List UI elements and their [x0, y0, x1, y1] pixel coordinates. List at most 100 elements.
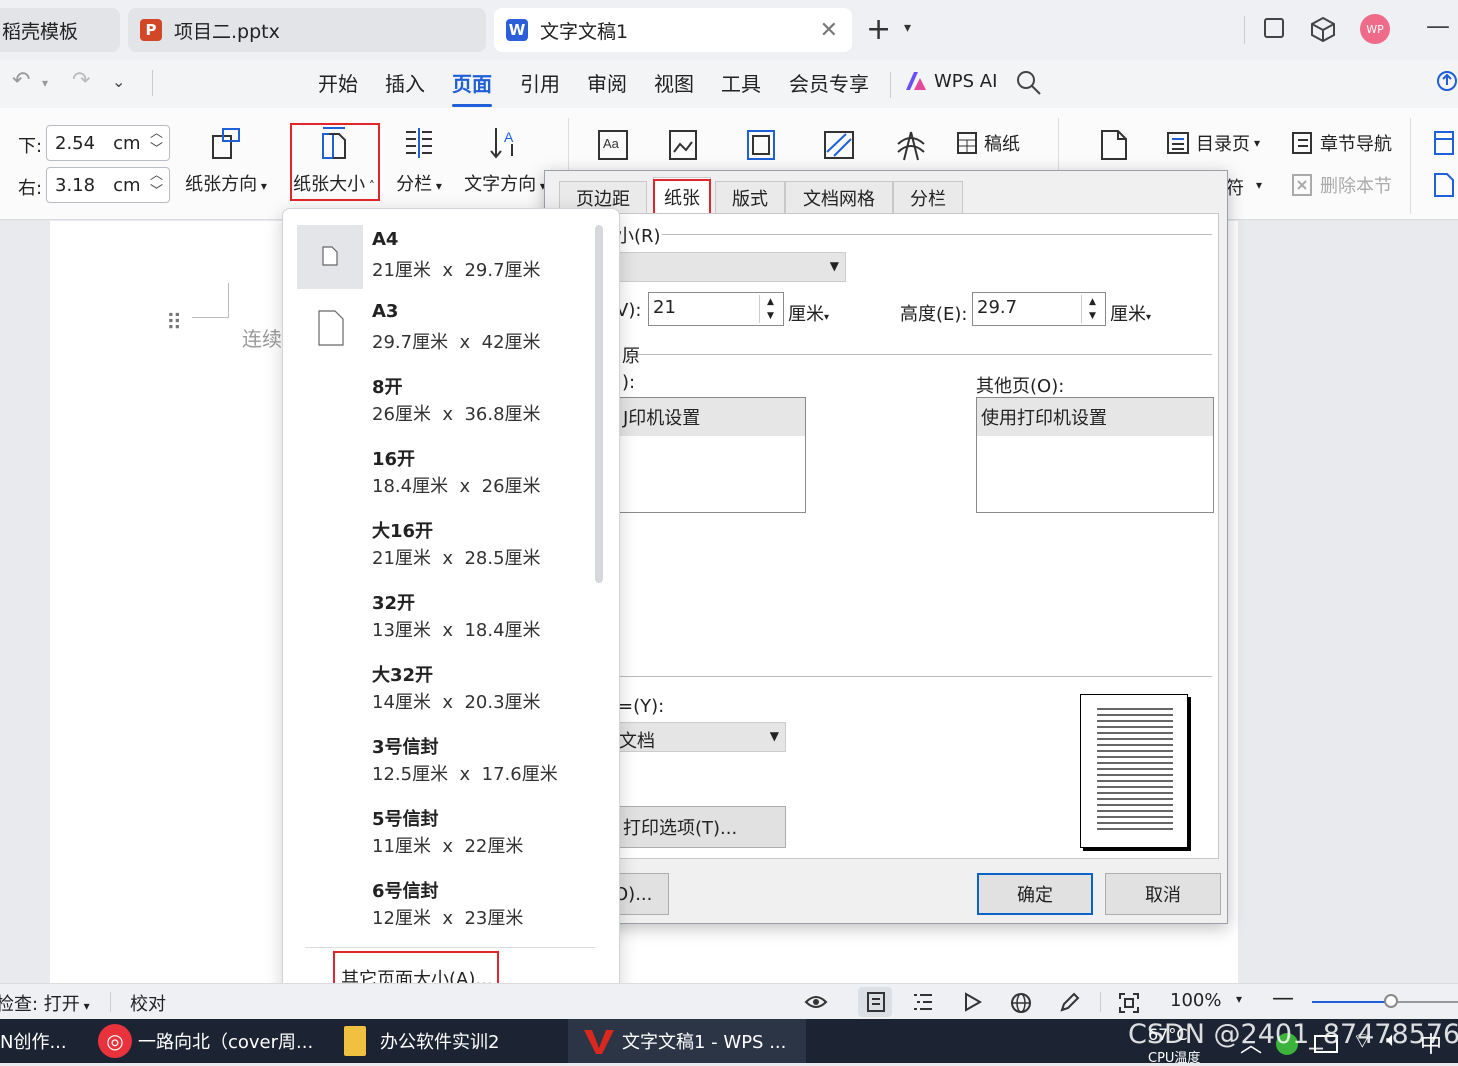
- draft-paper-button[interactable]: 稿纸: [956, 130, 1020, 156]
- drag-handle-icon[interactable]: ⠿: [166, 313, 184, 335]
- paper-item-big-32k[interactable]: 大32开 14厘米 x 20.3厘米: [293, 655, 593, 723]
- break-char-label[interactable]: 符: [1226, 174, 1244, 200]
- margin-bottom-input[interactable]: 2.54 cm ︿ ﹀: [46, 125, 170, 161]
- tab-columns[interactable]: 分栏: [893, 181, 963, 213]
- menu-tools[interactable]: 工具: [721, 68, 761, 97]
- zoom-slider-thumb[interactable]: [1384, 994, 1398, 1008]
- paper-item-envelope-3[interactable]: 3号信封 12.5厘米 x 17.6厘米: [293, 727, 593, 795]
- section-nav-button[interactable]: 章节导航: [1290, 130, 1392, 156]
- new-tab-icon[interactable]: +: [866, 12, 891, 47]
- orientation-button[interactable]: 纸张方向 ▾: [180, 126, 272, 196]
- delete-section-button[interactable]: 删除本节: [1290, 172, 1392, 198]
- header-footer-icon[interactable]: [1432, 130, 1456, 156]
- tab-layout[interactable]: 版式: [715, 181, 785, 213]
- zoom-out-icon[interactable]: —: [1272, 986, 1294, 1011]
- toc-page-button[interactable]: 目录页 ▾: [1166, 130, 1260, 156]
- wps-ai-button[interactable]: WPS AI: [904, 70, 997, 92]
- width-input[interactable]: 21 ▲ ▼: [648, 292, 784, 326]
- chevron-down-icon[interactable]: ▾: [904, 20, 911, 36]
- spinner-icon[interactable]: ▲ ▼: [759, 295, 781, 323]
- height-input[interactable]: 29.7 ▲ ▼: [972, 292, 1106, 326]
- apply-to-select[interactable]: 文档 ▼: [618, 722, 786, 752]
- text-direction-button[interactable]: A 文字方向 ▾: [460, 126, 550, 196]
- play-icon[interactable]: [962, 992, 982, 1012]
- unit-label: cm: [113, 174, 141, 196]
- eye-icon[interactable]: [804, 992, 828, 1012]
- paper-item-big-16k[interactable]: 大16开 21厘米 x 28.5厘米: [293, 511, 593, 579]
- theme-icon[interactable]: Aa: [596, 128, 630, 162]
- zoom-slider-track[interactable]: [1392, 1001, 1458, 1003]
- paper-item-8k[interactable]: 8开 26厘米 x 36.8厘米: [293, 367, 593, 435]
- cancel-button[interactable]: 取消: [1105, 873, 1221, 915]
- watermark-icon[interactable]: [822, 128, 856, 162]
- blank-page-icon[interactable]: [1096, 128, 1130, 162]
- menu-reference[interactable]: 引用: [520, 68, 560, 97]
- print-options-button[interactable]: 打印选项(T)...: [618, 806, 786, 848]
- chevron-down-icon[interactable]: ▾: [42, 76, 48, 90]
- document-text[interactable]: 连续: [242, 323, 282, 352]
- page-border-icon[interactable]: [744, 128, 778, 162]
- preview-lines: [1097, 708, 1173, 830]
- effects-icon[interactable]: [894, 128, 928, 162]
- spinner-icon[interactable]: ︿ ﹀: [150, 168, 163, 200]
- chevron-down-icon[interactable]: ▾: [1256, 178, 1262, 192]
- paper-name: 3号信封: [372, 737, 439, 758]
- list-item[interactable]: J印机设置: [619, 398, 805, 436]
- menu-page[interactable]: 页面: [452, 68, 492, 107]
- paper-item-16k[interactable]: 16开 18.4厘米 x 26厘米: [293, 439, 593, 507]
- columns-button[interactable]: 分栏 ▾: [388, 126, 450, 196]
- paper-item-a3[interactable]: A3 29.7厘米 x 42厘米: [293, 295, 593, 363]
- chevron-down-icon[interactable]: ▾: [1236, 992, 1242, 1006]
- menu-insert[interactable]: 插入: [385, 68, 425, 97]
- tab-word-doc[interactable]: W 文字文稿1 ✕: [494, 8, 852, 52]
- search-icon[interactable]: [1016, 70, 1042, 96]
- spell-check-status[interactable]: 检查: 打开 ▾: [0, 990, 90, 1016]
- proofread-button[interactable]: 校对: [130, 990, 166, 1016]
- taskbar-item-folder[interactable]: 办公软件实训2: [344, 1019, 554, 1063]
- taskbar-item-wps[interactable]: 文字文稿1 - WPS ...: [568, 1019, 806, 1063]
- tab-docer-templates[interactable]: 稻壳模板: [0, 8, 120, 52]
- page-background-icon[interactable]: [666, 128, 700, 162]
- outline-view-icon[interactable]: [912, 992, 934, 1012]
- pen-icon[interactable]: [1058, 992, 1080, 1014]
- redo-icon[interactable]: ↷: [72, 68, 90, 93]
- height-unit[interactable]: 厘米▾: [1110, 300, 1151, 326]
- undo-icon[interactable]: ↶: [12, 68, 30, 93]
- paper-size-select[interactable]: ▼: [618, 252, 846, 282]
- paper-item-envelope-6[interactable]: 6号信封 12厘米 x 23厘米: [293, 871, 593, 939]
- zoom-level[interactable]: 100%: [1170, 990, 1221, 1011]
- width-unit[interactable]: 厘米▾: [788, 300, 829, 326]
- window-layout-icon[interactable]: [1264, 18, 1284, 38]
- menu-view[interactable]: 视图: [654, 68, 694, 97]
- share-icon[interactable]: [1436, 70, 1458, 92]
- close-tab-icon[interactable]: ✕: [820, 18, 838, 43]
- minimize-icon[interactable]: —: [1426, 12, 1450, 40]
- more-chevron-icon[interactable]: ⌄: [112, 72, 125, 91]
- page-view-icon[interactable]: [866, 992, 886, 1012]
- margin-right-input[interactable]: 3.18 cm ︿ ﹀: [46, 167, 170, 203]
- spinner-icon[interactable]: ▲ ▼: [1081, 295, 1103, 323]
- taskbar-item-creation[interactable]: N创作...: [0, 1019, 86, 1063]
- ok-button[interactable]: 确定: [977, 873, 1093, 915]
- menu-member[interactable]: 会员专享: [789, 68, 869, 97]
- spinner-icon[interactable]: ︿ ﹀: [150, 126, 163, 158]
- menu-start[interactable]: 开始: [318, 68, 358, 97]
- first-page-list[interactable]: J印机设置: [618, 397, 806, 513]
- avatar[interactable]: WP: [1360, 14, 1390, 44]
- page-number-icon[interactable]: [1432, 172, 1456, 198]
- cube-icon[interactable]: [1310, 16, 1336, 42]
- list-item[interactable]: 使用打印机设置: [977, 398, 1213, 436]
- taskbar-item-music[interactable]: ◎ 一路向北（cover周...: [98, 1019, 328, 1063]
- first-page-label: ):: [622, 372, 636, 393]
- taskbar: N创作... ◎ 一路向北（cover周... 办公软件实训2 文字文稿1 - …: [0, 1019, 1458, 1066]
- tab-ppt-file[interactable]: P 项目二.pptx: [128, 8, 486, 52]
- fit-page-icon[interactable]: [1118, 992, 1140, 1014]
- paper-item-envelope-5[interactable]: 5号信封 11厘米 x 22厘米: [293, 799, 593, 867]
- paper-item-32k[interactable]: 32开 13厘米 x 18.4厘米: [293, 583, 593, 651]
- web-view-icon[interactable]: [1010, 992, 1032, 1014]
- other-pages-list[interactable]: 使用打印机设置: [976, 397, 1214, 513]
- scrollbar[interactable]: [595, 225, 603, 583]
- paper-item-a4[interactable]: A4 21厘米 x 29.7厘米: [293, 223, 593, 291]
- menu-review[interactable]: 审阅: [587, 68, 627, 97]
- tab-doc-grid[interactable]: 文档网格: [785, 181, 893, 213]
